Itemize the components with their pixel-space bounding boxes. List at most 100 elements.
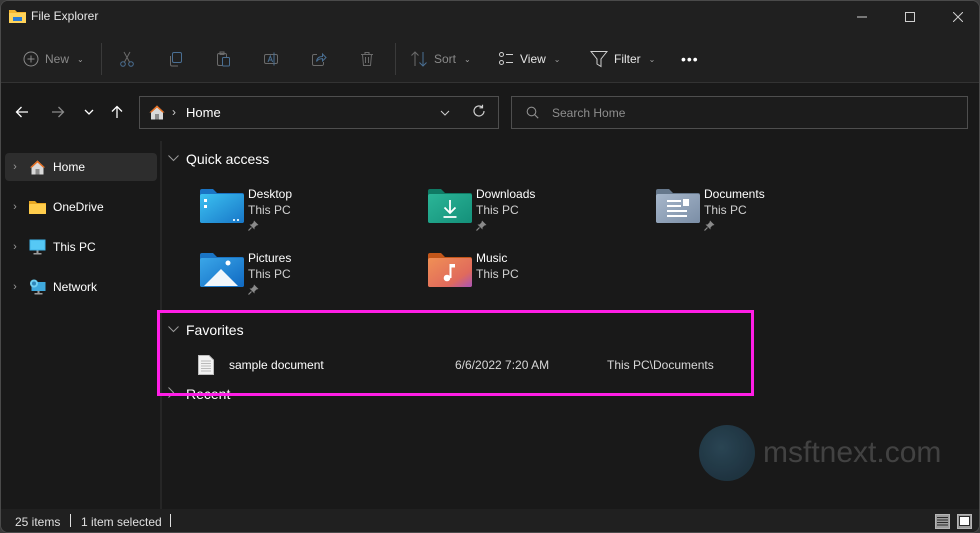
sidebar-item-network[interactable]: › Network [5, 273, 157, 301]
item-name: Music [476, 251, 508, 265]
navigation-pane: › Home › OneDrive › This PC › Network [1, 141, 161, 509]
paste-icon [217, 51, 230, 67]
item-name: Desktop [248, 187, 293, 201]
cut-button[interactable] [119, 45, 135, 73]
chevron-down-icon: ⌄ [553, 54, 561, 64]
recent-header[interactable]: Recent [168, 386, 230, 402]
globe-icon [699, 425, 755, 481]
delete-icon [361, 52, 373, 66]
search-input[interactable] [552, 103, 932, 123]
copy-icon [170, 52, 182, 67]
command-bar: New ⌄ Sort ⌄ View ⌄ Filter ⌄ ••• [1, 33, 979, 83]
address-history-dropdown[interactable] [440, 106, 450, 120]
more-icon: ••• [681, 51, 699, 67]
rename-icon [264, 52, 278, 66]
item-location: This PC [476, 203, 519, 217]
details-view-button[interactable] [935, 514, 950, 529]
sidebar-item-label: This PC [53, 240, 96, 254]
pin-icon [476, 220, 487, 234]
breadcrumb-separator: › [172, 105, 176, 119]
sidebar-item-this-pc[interactable]: › This PC [5, 233, 157, 261]
item-name: Downloads [476, 187, 536, 201]
paste-button[interactable] [215, 45, 231, 73]
chevron-down-icon [168, 324, 182, 336]
downloads-folder-icon [428, 189, 472, 223]
large-icons-view-icon [959, 516, 970, 526]
section-title: Favorites [186, 322, 244, 338]
delete-button[interactable] [359, 45, 375, 73]
status-divider [170, 514, 171, 527]
chevron-down-icon: ⌄ [464, 54, 471, 64]
recent-locations-button[interactable] [77, 100, 101, 124]
quick-access-header[interactable]: Quick access [168, 151, 269, 167]
search-icon [526, 106, 539, 122]
view-button[interactable]: View ⌄ [498, 45, 561, 73]
quick-access-item-desktop[interactable]: Desktop This PC [200, 183, 420, 239]
large-icons-view-button[interactable] [957, 514, 972, 529]
status-bar: 25 items 1 item selected [1, 509, 979, 532]
quick-access-item-music[interactable]: Music This PC [428, 247, 648, 303]
onedrive-folder-icon [29, 199, 47, 215]
sidebar-item-label: Home [53, 160, 86, 174]
file-location: This PC\Documents [607, 358, 714, 372]
back-button[interactable] [10, 100, 34, 124]
selection-count: 1 item selected [81, 515, 162, 529]
forward-button[interactable] [46, 100, 70, 124]
chevron-right-icon[interactable]: › [5, 161, 25, 173]
search-box[interactable] [511, 96, 968, 129]
chevron-down-icon [84, 109, 94, 115]
favorites-header[interactable]: Favorites [168, 322, 244, 338]
chevron-down-icon: ⌄ [648, 54, 656, 64]
sidebar-item-onedrive[interactable]: › OneDrive [5, 193, 157, 221]
up-button[interactable] [105, 100, 129, 124]
address-bar[interactable]: › Home [139, 96, 499, 129]
watermark-text: msftnext.com [763, 436, 942, 469]
filter-icon [590, 51, 608, 68]
rename-button[interactable] [263, 45, 279, 73]
more-options-button[interactable]: ••• [681, 45, 699, 73]
view-label: View [520, 52, 546, 66]
chevron-down-icon [440, 110, 450, 116]
item-name: Pictures [248, 251, 292, 265]
quick-access-item-downloads[interactable]: Downloads This PC [428, 183, 648, 239]
home-icon [149, 105, 165, 123]
toolbar-divider [101, 43, 102, 75]
documents-folder-icon [656, 189, 700, 223]
new-button[interactable]: New ⌄ [23, 45, 84, 73]
pin-icon [704, 220, 715, 234]
home-icon [29, 159, 47, 175]
network-icon [29, 279, 47, 295]
close-button[interactable] [935, 1, 979, 33]
sort-button[interactable]: Sort ⌄ [410, 45, 471, 73]
quick-access-item-pictures[interactable]: Pictures This PC [200, 247, 420, 303]
file-explorer-app-icon [9, 8, 26, 23]
chevron-right-icon[interactable]: › [5, 281, 25, 293]
pin-icon [248, 284, 259, 298]
maximize-button[interactable] [887, 1, 933, 33]
favorite-item[interactable]: sample document 6/6/2022 7:20 AM This PC… [192, 353, 752, 377]
refresh-button[interactable] [472, 104, 486, 121]
navigation-bar: › Home [1, 83, 979, 141]
sort-icon [411, 51, 427, 67]
watermark: msftnext.com [699, 425, 941, 481]
sidebar-item-label: OneDrive [53, 200, 104, 214]
item-count: 25 items [15, 515, 61, 529]
sidebar-item-home[interactable]: › Home [5, 153, 157, 181]
chevron-right-icon[interactable]: › [5, 201, 25, 213]
pin-icon [248, 220, 259, 234]
view-icon [499, 52, 513, 65]
new-label: New [45, 52, 70, 66]
chevron-right-icon[interactable]: › [5, 241, 25, 253]
quick-access-item-documents[interactable]: Documents This PC [656, 183, 876, 239]
item-location: This PC [248, 267, 291, 281]
minimize-button[interactable] [839, 1, 885, 33]
music-folder-icon [428, 253, 472, 287]
item-location: This PC [704, 203, 747, 217]
cut-icon [120, 51, 134, 67]
share-button[interactable] [311, 45, 327, 73]
file-explorer-window: File Explorer New ⌄ Sort ⌄ View ⌄ Filter… [0, 0, 980, 533]
file-date: 6/6/2022 7:20 AM [455, 358, 550, 372]
copy-button[interactable] [167, 45, 183, 73]
filter-button[interactable]: Filter ⌄ [590, 45, 655, 73]
breadcrumb-home[interactable]: Home [186, 105, 221, 120]
